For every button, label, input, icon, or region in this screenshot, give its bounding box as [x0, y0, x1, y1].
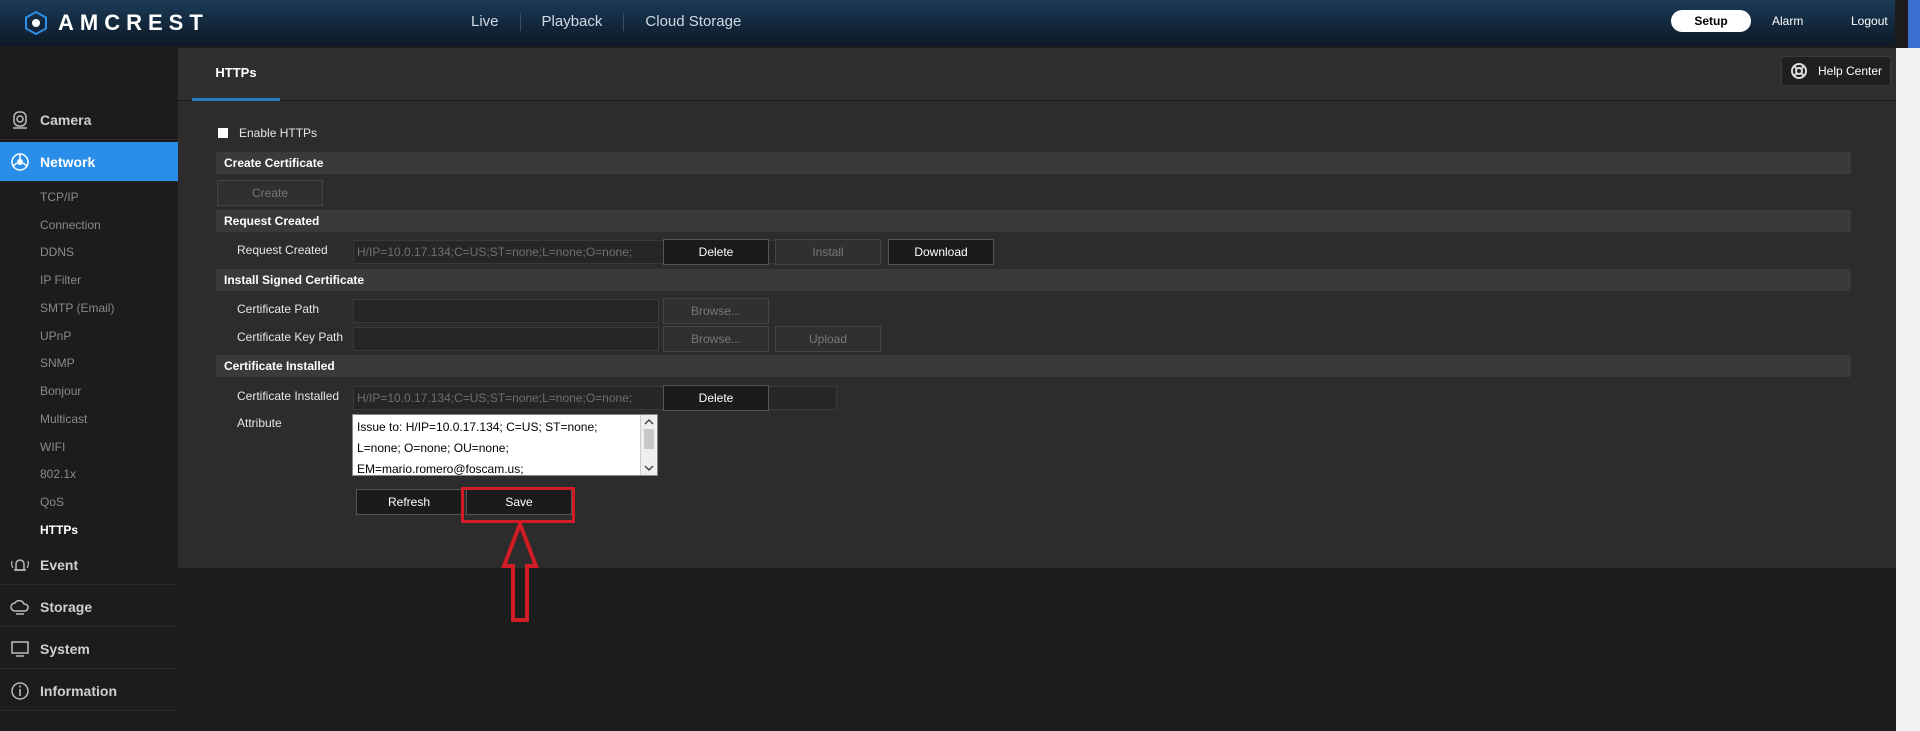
tab-https[interactable]: HTTPs — [192, 48, 280, 101]
sidebar-item-qos[interactable]: QoS — [40, 495, 64, 509]
sidebar-event-label: Event — [40, 556, 79, 573]
request-created-header: Request Created — [216, 210, 1851, 232]
refresh-button[interactable]: Refresh — [356, 489, 462, 515]
sidebar-storage[interactable]: Storage — [0, 587, 178, 627]
sidebar-information-label: Information — [40, 682, 117, 699]
sidebar-storage-label: Storage — [40, 598, 93, 615]
nav-playback[interactable]: Playback — [521, 13, 625, 31]
sidebar-camera-label: Camera — [40, 111, 92, 128]
logout-link[interactable]: Logout — [1851, 14, 1888, 28]
delete-request-button[interactable]: Delete — [663, 239, 769, 265]
sidebar-item-tcpip[interactable]: TCP/IP — [40, 190, 79, 204]
attribute-textarea[interactable]: Issue to: H/IP=10.0.17.134; C=US; ST=non… — [352, 414, 658, 476]
attribute-line: Issue to: H/IP=10.0.17.134; C=US; ST=non… — [357, 420, 598, 434]
attribute-scrollbar[interactable] — [640, 415, 657, 475]
top-nav: Live Playback Cloud Storage — [450, 0, 762, 44]
alarm-link[interactable]: Alarm — [1772, 14, 1803, 28]
attribute-label: Attribute — [237, 416, 282, 430]
setup-button[interactable]: Setup — [1671, 10, 1751, 32]
sidebar-system-label: System — [40, 640, 90, 657]
install-signed-certificate-header: Install Signed Certificate — [216, 269, 1851, 291]
sidebar-event[interactable]: Event — [0, 545, 178, 585]
delete-installed-button[interactable]: Delete — [663, 385, 769, 411]
sidebar-item-https[interactable]: HTTPs — [40, 523, 78, 537]
certificate-path-input[interactable] — [353, 299, 659, 323]
highlight-box — [461, 487, 575, 523]
download-button[interactable]: Download — [888, 239, 994, 265]
request-created-label: Request Created — [237, 243, 328, 257]
sidebar-information[interactable]: Information — [0, 671, 178, 711]
info-icon — [11, 681, 29, 700]
sidebar-network[interactable]: Network — [0, 142, 187, 182]
certificate-key-path-label: Certificate Key Path — [237, 330, 344, 344]
attribute-text: Issue to: H/IP=10.0.17.134; C=US; ST=non… — [357, 417, 637, 480]
sidebar-item-bonjour[interactable]: Bonjour — [40, 384, 81, 398]
logo: AMCREST — [24, 10, 209, 36]
https-panel: HTTPs Help Center Enable HTTPs Create Ce… — [178, 48, 1896, 568]
browse-certificate-button[interactable]: Browse... — [663, 298, 769, 324]
browse-key-button[interactable]: Browse... — [663, 326, 769, 352]
sidebar-item-smtp[interactable]: SMTP (Email) — [40, 301, 114, 315]
create-certificate-header: Create Certificate — [216, 152, 1851, 174]
install-button[interactable]: Install — [775, 239, 881, 265]
help-center-button[interactable]: Help Center — [1781, 56, 1891, 86]
sidebar-item-8021x[interactable]: 802.1x — [40, 467, 76, 481]
certificate-installed-header: Certificate Installed — [216, 355, 1851, 377]
sidebar-item-snmp[interactable]: SNMP — [40, 356, 75, 370]
logo-icon — [25, 11, 47, 35]
attribute-line: L=none; O=none; OU=none; — [357, 441, 509, 455]
certificate-installed-label: Certificate Installed — [237, 389, 340, 403]
sidebar-item-ddns[interactable]: DDNS — [40, 245, 74, 259]
top-bar: AMCREST Live Playback Cloud Storage Setu… — [0, 0, 1895, 46]
monitor-icon — [11, 640, 29, 657]
nav-live[interactable]: Live — [450, 13, 521, 31]
sidebar-item-ip-filter[interactable]: IP Filter — [40, 273, 81, 287]
certificate-path-label: Certificate Path — [237, 302, 320, 316]
camera-icon — [13, 110, 27, 129]
sidebar-item-multicast[interactable]: Multicast — [40, 412, 87, 426]
sidebar-item-connection[interactable]: Connection — [40, 218, 101, 232]
enable-https-checkbox[interactable] — [218, 128, 228, 138]
arrow-up-icon — [501, 522, 539, 622]
page-edge — [1896, 48, 1920, 731]
sidebar-network-label: Network — [40, 153, 96, 170]
attribute-line: EM=mario.romero@foscam.us; — [357, 462, 524, 476]
lifebuoy-icon — [1791, 63, 1807, 79]
sidebar-item-upnp[interactable]: UPnP — [40, 329, 71, 343]
certificate-key-path-input[interactable] — [353, 327, 659, 351]
upload-button[interactable]: Upload — [775, 326, 881, 352]
tab-bar: HTTPs Help Center — [178, 48, 1896, 101]
cloud-storage-icon — [10, 599, 29, 615]
help-center-label: Help Center — [1818, 64, 1883, 78]
scroll-arrows-icon — [644, 418, 654, 472]
logo-text: AMCREST — [58, 10, 209, 35]
sidebar: Camera Network TCP/IP Connection DDNS IP… — [0, 48, 187, 731]
nav-cloud-storage[interactable]: Cloud Storage — [624, 13, 762, 31]
sidebar-camera[interactable]: Camera — [0, 100, 178, 140]
create-button[interactable]: Create — [217, 180, 323, 206]
alarm-bell-icon — [11, 558, 29, 571]
sidebar-system[interactable]: System — [0, 629, 178, 669]
enable-https-label: Enable HTTPs — [239, 126, 318, 140]
sidebar-item-wifi[interactable]: WIFI — [40, 440, 65, 454]
network-icon — [11, 152, 29, 171]
